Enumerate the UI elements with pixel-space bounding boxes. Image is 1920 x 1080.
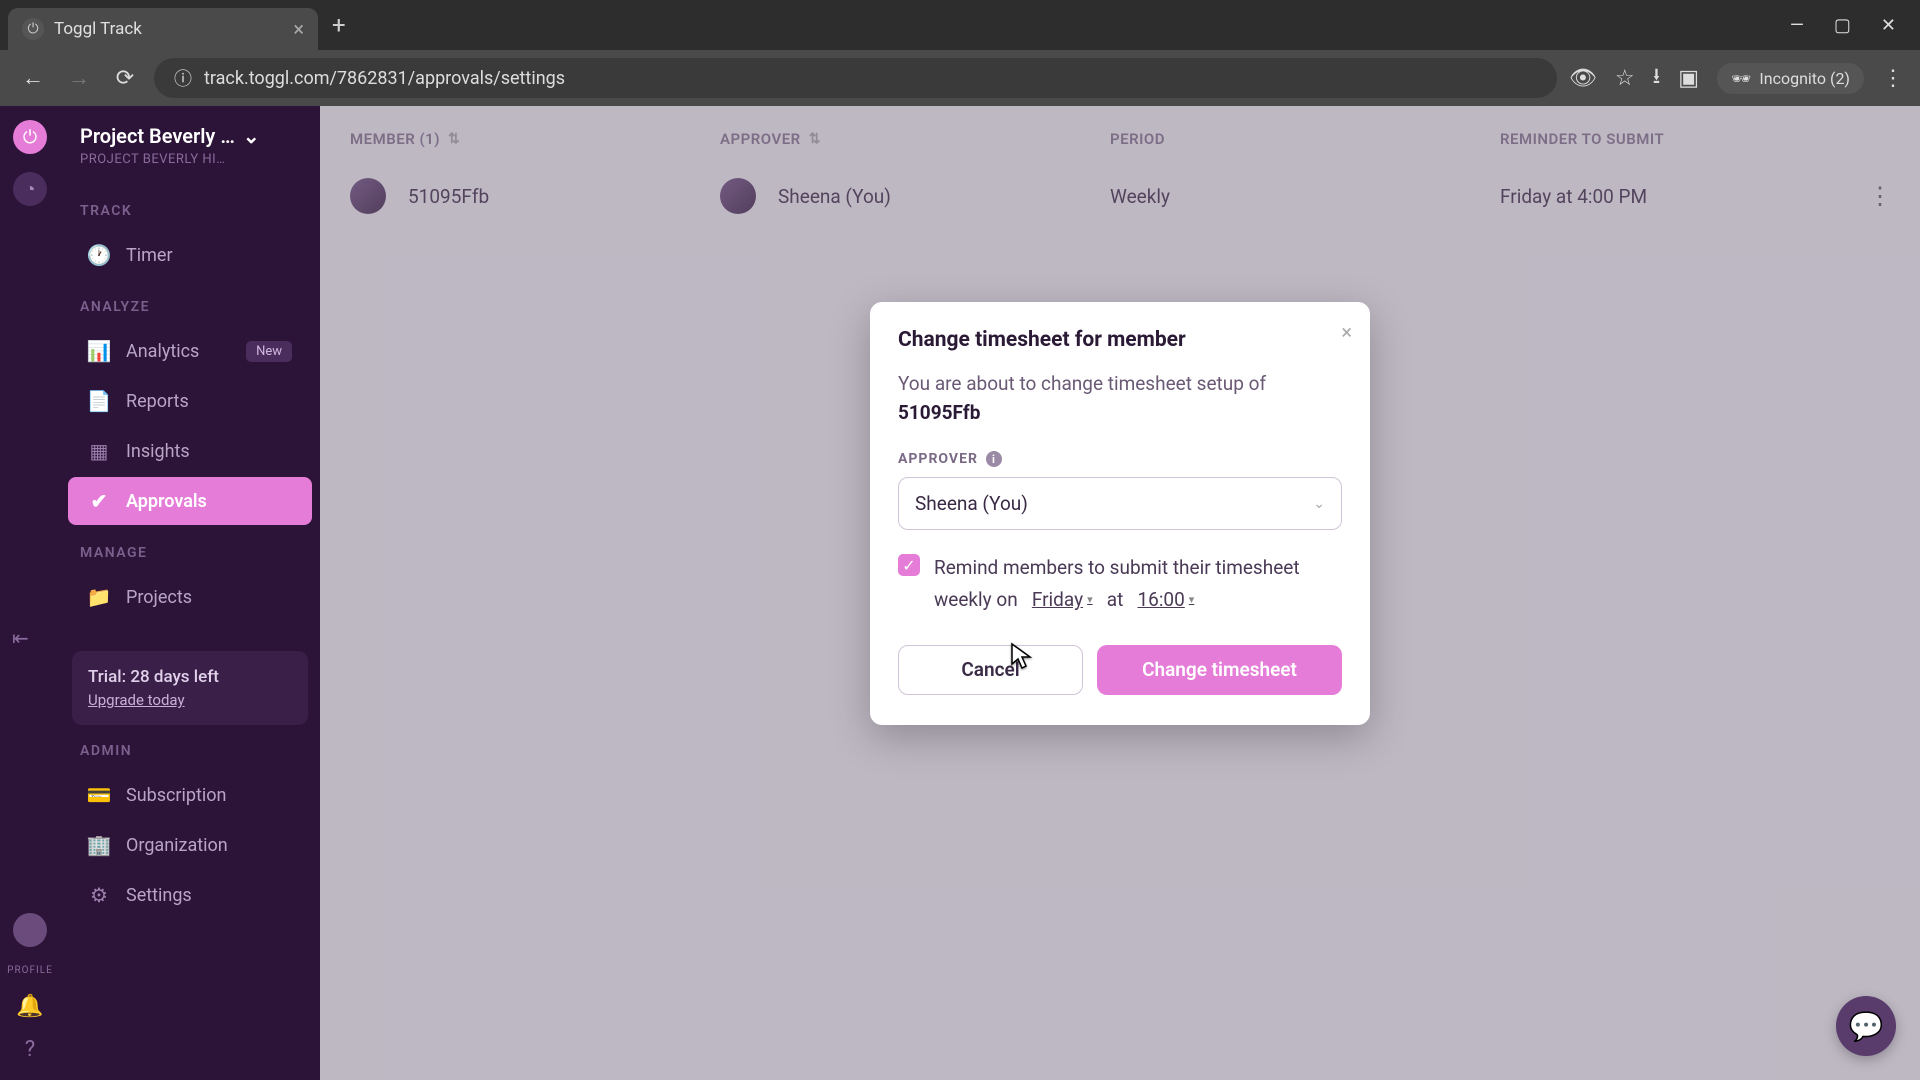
chevron-down-icon: ▾ [1189,591,1195,610]
sidebar-item-settings[interactable]: ⚙ Settings [68,871,312,919]
info-icon[interactable]: i [986,451,1002,467]
section-manage: MANAGE [60,527,320,571]
reports-icon: 📄 [88,389,110,413]
nav-label: Analytics [126,341,199,362]
browser-tab[interactable]: ⏻ Toggl Track × [8,8,318,50]
approver-label: APPROVER i [898,451,1342,467]
window-controls: — ▢ ✕ [1790,15,1912,36]
nav-label: Timer [126,245,173,266]
incognito-label: Incognito (2) [1759,69,1850,88]
nav-label: Projects [126,587,192,608]
approver-select[interactable]: Sheena (You) ⌄ [898,477,1342,530]
reload-icon[interactable]: ⟳ [108,61,142,95]
tab-title: Toggl Track [54,19,142,39]
downloads-icon[interactable]: ⭳ [1653,59,1661,97]
left-rail: ⏻ ◔ PROFILE 🔔 ? [0,106,60,1080]
maximize-icon[interactable]: ▢ [1834,15,1851,36]
browser-menu-icon[interactable]: ⋮ [1882,66,1904,91]
change-timesheet-modal: Change timesheet for member × You are ab… [870,302,1370,725]
main-content: MEMBER (1) ⇅ APPROVER ⇅ PERIOD REMINDER … [320,106,1920,1080]
timer-icon: 🕐 [88,243,110,267]
modal-description: You are about to change timesheet setup … [898,370,1342,427]
rail-power-icon[interactable]: ⏻ [13,120,47,154]
sidebar-item-projects[interactable]: 📁 Projects [68,573,312,621]
nav-label: Approvals [126,491,207,512]
close-window-icon[interactable]: ✕ [1881,15,1896,36]
section-track: TRACK [60,185,320,229]
tab-favicon-icon: ⏻ [22,18,44,40]
incognito-icon: 🕶 [1731,69,1751,88]
modal-body-prefix: You are about to change timesheet setup … [898,372,1266,395]
modal-close-icon[interactable]: × [1341,320,1352,344]
nav-label: Reports [126,391,189,412]
gear-icon: ⚙ [88,883,110,907]
incognito-badge[interactable]: 🕶 Incognito (2) [1717,63,1864,94]
section-analyze: ANALYZE [60,281,320,325]
workspace-switcher[interactable]: Project Beverly … ⌄ [80,124,300,148]
close-tab-icon[interactable]: × [293,17,304,41]
organization-icon: 🏢 [88,833,110,857]
approvals-icon: ✔ [88,489,110,513]
nav-label: Settings [126,885,192,906]
chevron-down-icon: ▾ [1087,591,1093,610]
chat-widget-icon[interactable]: 💬 [1836,996,1896,1056]
workspace-name: Project Beverly … [80,124,235,148]
profile-label: PROFILE [7,965,53,976]
cancel-button[interactable]: Cancel [898,645,1083,695]
analytics-icon: 📊 [88,339,110,363]
section-admin: ADMIN [60,725,320,769]
remind-day: Friday [1032,584,1083,616]
remind-time-select[interactable]: 16:00 ▾ [1137,584,1194,616]
sidebar-item-subscription[interactable]: 💳 Subscription [68,771,312,819]
insights-icon: ▦ [88,439,110,463]
new-tab-button[interactable]: + [332,11,346,39]
profile-avatar-icon[interactable] [13,913,47,947]
bookmark-icon[interactable]: ☆ [1615,66,1635,91]
sidebar-item-approvals[interactable]: ✔ Approvals [68,477,312,525]
nav-label: Organization [126,835,228,856]
forward-icon: → [62,61,96,95]
remind-checkbox[interactable]: ✓ [898,554,920,576]
notifications-icon[interactable]: 🔔 [16,994,43,1019]
site-info-icon[interactable]: ⓘ [174,65,192,91]
subscription-icon: 💳 [88,783,110,807]
nav-label: Subscription [126,785,227,806]
sidebar-item-timer[interactable]: 🕐 Timer [68,231,312,279]
sidebar-item-analytics[interactable]: 📊 Analytics New [68,327,312,375]
workspace-subtitle: PROJECT BEVERLY HI… [80,152,300,167]
chevron-down-icon: ⌄ [243,124,260,148]
new-badge: New [246,341,292,362]
back-icon[interactable]: ← [16,61,50,95]
modal-title: Change timesheet for member [898,328,1342,352]
remind-day-select[interactable]: Friday ▾ [1032,584,1093,616]
sidebar-item-organization[interactable]: 🏢 Organization [68,821,312,869]
change-timesheet-button[interactable]: Change timesheet [1097,645,1342,695]
url-text: track.toggl.com/7862831/approvals/settin… [204,68,565,89]
sidebar-item-reports[interactable]: 📄 Reports [68,377,312,425]
rail-clock-icon[interactable]: ◔ [13,172,47,206]
help-icon[interactable]: ? [25,1037,35,1062]
collapse-sidebar-icon[interactable]: ⇤ [12,626,29,650]
chevron-down-icon: ⌄ [1313,496,1325,512]
remind-time: 16:00 [1137,584,1184,616]
remind-at: at [1107,588,1124,611]
upgrade-link[interactable]: Upgrade today [88,691,292,709]
trial-box: Trial: 28 days left Upgrade today [72,651,308,725]
nav-label: Insights [126,441,190,462]
eye-off-icon[interactable]: 👁 [1569,66,1597,91]
remind-text: Remind members to submit their timesheet… [934,552,1342,617]
sidebar-item-insights[interactable]: ▦ Insights [68,427,312,475]
minimize-icon[interactable]: — [1790,15,1804,36]
trial-days-left: Trial: 28 days left [88,667,292,687]
browser-toolbar: ← → ⟳ ⓘ track.toggl.com/7862831/approval… [0,50,1920,106]
projects-icon: 📁 [88,585,110,609]
approver-selected: Sheena (You) [915,492,1028,515]
sidepanel-icon[interactable]: ▣ [1678,66,1699,91]
browser-tab-bar: ⏻ Toggl Track × + — ▢ ✕ [0,0,1920,50]
sidebar: Project Beverly … ⌄ PROJECT BEVERLY HI… … [60,106,320,1080]
modal-member-name: 51095Ffb [898,401,980,424]
address-bar[interactable]: ⓘ track.toggl.com/7862831/approvals/sett… [154,58,1557,98]
